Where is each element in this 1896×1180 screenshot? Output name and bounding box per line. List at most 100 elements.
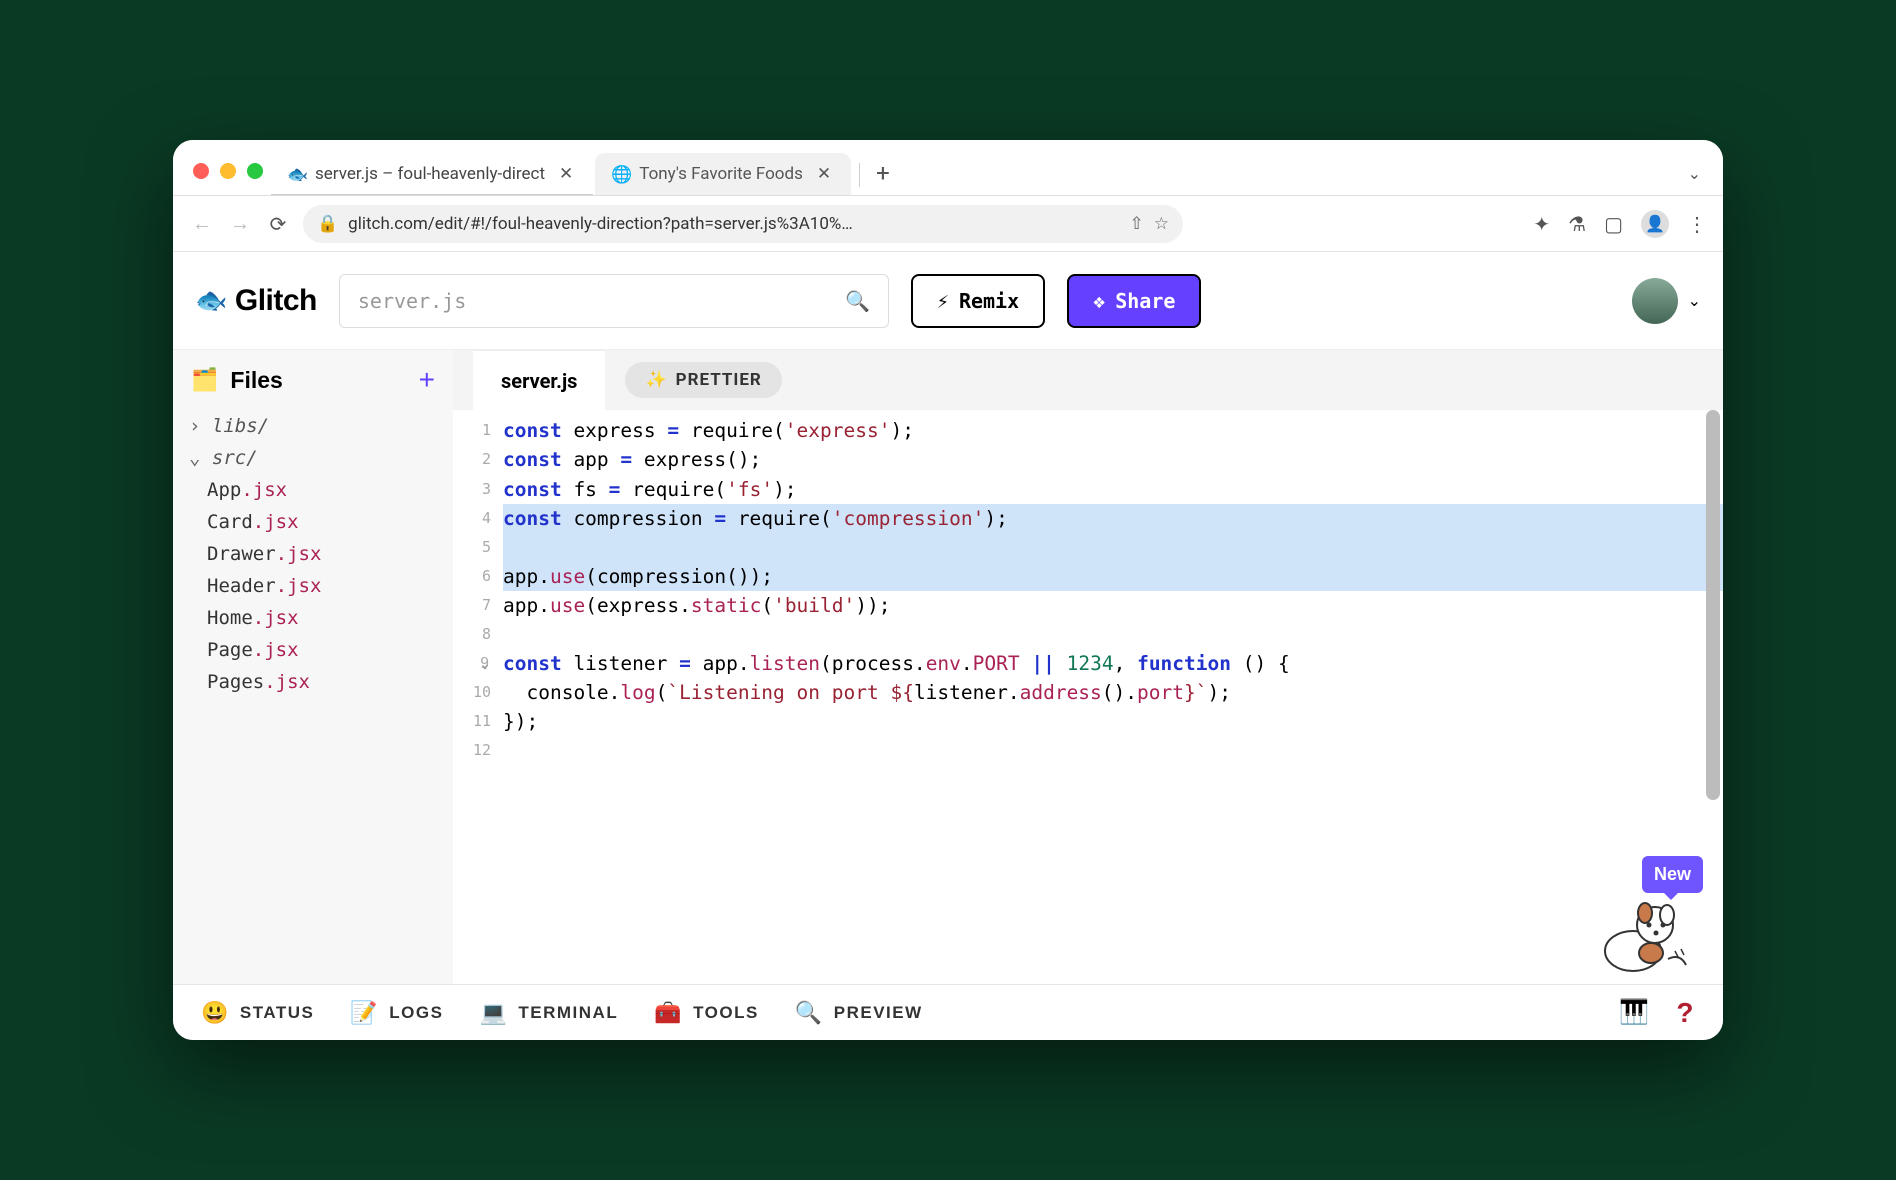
glitch-fish-icon: 🐟 xyxy=(195,285,227,316)
mascot-bubble: New xyxy=(1642,856,1703,893)
line-number: 10 xyxy=(453,678,503,707)
line-number: 2 xyxy=(453,445,503,474)
close-window-icon[interactable] xyxy=(193,163,209,179)
line-number: 9⌄ xyxy=(453,649,503,678)
minimize-window-icon[interactable] xyxy=(220,163,236,179)
labs-icon[interactable]: ⚗ xyxy=(1568,212,1586,236)
prettier-button[interactable]: ✨ PRETTIER xyxy=(625,362,781,398)
folder-row[interactable]: libs/ xyxy=(179,410,447,442)
code-line[interactable]: 11}); xyxy=(453,707,1723,736)
browser-titlebar: 🐟 server.js – foul-heavenly-direct ✕🌐 To… xyxy=(173,140,1723,196)
lightning-icon: ⚡ xyxy=(937,289,949,313)
line-number: 4 xyxy=(453,504,503,533)
file-row[interactable]: Card.jsx xyxy=(179,506,447,538)
forward-button[interactable]: → xyxy=(227,211,253,236)
panel-icon[interactable]: ▢ xyxy=(1604,212,1623,236)
url-text: glitch.com/edit/#!/foul-heavenly-directi… xyxy=(348,214,1119,234)
footer-preview[interactable]: 🔍PREVIEW xyxy=(795,1000,923,1026)
file-row[interactable]: Drawer.jsx xyxy=(179,538,447,570)
bookmark-icon[interactable]: ☆ xyxy=(1154,214,1169,234)
line-number: 5 xyxy=(453,533,503,562)
line-number: 11 xyxy=(453,707,503,736)
tab-title: Tony's Favorite Foods xyxy=(639,164,803,184)
footer-logs[interactable]: 📝LOGS xyxy=(350,1000,443,1026)
footer-tools[interactable]: 🧰TOOLS xyxy=(654,1000,759,1026)
code-area[interactable]: 1const express = require('express');2con… xyxy=(453,410,1723,984)
code-line[interactable]: 12 xyxy=(453,736,1723,765)
line-number: 12 xyxy=(453,736,503,765)
footer-status[interactable]: 😃STATUS xyxy=(201,1000,314,1026)
code-line[interactable]: 10 console.log(`Listening on port ${list… xyxy=(453,678,1723,707)
help-button[interactable]: ? xyxy=(1676,997,1695,1029)
file-row[interactable]: Page.jsx xyxy=(179,634,447,666)
line-number: 7 xyxy=(453,591,503,620)
code-line[interactable]: 6app.use(compression()); xyxy=(453,562,1723,591)
favicon-icon: 🐟 xyxy=(287,165,305,183)
preview-icon: 🔍 xyxy=(795,1000,824,1026)
code-line[interactable]: 1const express = require('express'); xyxy=(453,416,1723,445)
tools-icon: 🧰 xyxy=(654,1000,683,1026)
search-icon: 🔍 xyxy=(845,289,870,313)
back-button[interactable]: ← xyxy=(189,211,215,236)
remix-button[interactable]: ⚡ Remix xyxy=(911,274,1045,328)
dog-icon xyxy=(1593,891,1693,976)
app-header: 🐟 Glitch server.js 🔍 ⚡ Remix ❖ Share ⌄ xyxy=(173,252,1723,350)
file-row[interactable]: Pages.jsx xyxy=(179,666,447,698)
reload-button[interactable]: ⟳ xyxy=(265,212,291,236)
footer-terminal[interactable]: 💻TERMINAL xyxy=(479,1000,618,1026)
share-nodes-icon: ❖ xyxy=(1093,289,1105,313)
share-button[interactable]: ❖ Share xyxy=(1067,274,1201,328)
chevron-down-icon: ⌄ xyxy=(1688,291,1701,310)
window-controls xyxy=(185,163,271,195)
line-number: 1 xyxy=(453,416,503,445)
line-number: 6 xyxy=(453,562,503,591)
glitch-logo[interactable]: 🐟 Glitch xyxy=(195,284,317,318)
address-bar[interactable]: 🔒 glitch.com/edit/#!/foul-heavenly-direc… xyxy=(303,205,1183,243)
logs-icon: 📝 xyxy=(350,1000,379,1026)
new-file-button[interactable]: + xyxy=(419,364,435,396)
browser-tab[interactable]: 🌐 Tony's Favorite Foods ✕ xyxy=(595,153,851,195)
zoom-window-icon[interactable] xyxy=(247,163,263,179)
scrollbar[interactable] xyxy=(1706,410,1720,800)
file-row[interactable]: Header.jsx xyxy=(179,570,447,602)
share-label: Share xyxy=(1115,289,1175,313)
code-line[interactable]: 3const fs = require('fs'); xyxy=(453,475,1723,504)
tab-overflow-button[interactable]: ⌄ xyxy=(1688,164,1701,183)
piano-icon[interactable]: 🎹 xyxy=(1619,998,1650,1027)
code-line[interactable]: 7app.use(express.static('build')); xyxy=(453,591,1723,620)
app-footer: 😃STATUS 📝LOGS 💻TERMINAL 🧰TOOLS 🔍PREVIEW 🎹 ? xyxy=(173,984,1723,1040)
new-tab-button[interactable]: + xyxy=(866,159,900,195)
editor-tab-active[interactable]: server.js xyxy=(473,350,605,410)
remix-label: Remix xyxy=(959,289,1019,313)
glitch-brand-text: Glitch xyxy=(235,284,317,318)
file-sidebar: 🗂️ Files + libs/src/App.jsxCard.jsxDrawe… xyxy=(173,350,453,984)
share-icon[interactable]: ⇧ xyxy=(1130,214,1144,234)
file-row[interactable]: App.jsx xyxy=(179,474,447,506)
menu-icon[interactable]: ⋮ xyxy=(1687,212,1707,236)
favicon-icon: 🌐 xyxy=(611,165,629,183)
user-menu[interactable]: ⌄ xyxy=(1632,278,1701,324)
extensions-icon[interactable]: ✦ xyxy=(1533,212,1550,236)
code-line[interactable]: 4const compression = require('compressio… xyxy=(453,504,1723,533)
line-number: 8 xyxy=(453,620,503,649)
code-line[interactable]: 5 xyxy=(453,533,1723,562)
code-line[interactable]: 2const app = express(); xyxy=(453,445,1723,474)
files-heading: Files xyxy=(230,367,282,394)
lock-icon: 🔒 xyxy=(317,214,338,234)
code-line[interactable]: 9⌄const listener = app.listen(process.en… xyxy=(453,649,1723,678)
tab-title: server.js – foul-heavenly-direct xyxy=(315,164,545,184)
sparkle-icon: ✨ xyxy=(645,370,667,390)
files-icon: 🗂️ xyxy=(191,367,218,393)
search-input[interactable]: server.js 🔍 xyxy=(339,274,889,328)
file-row[interactable]: Home.jsx xyxy=(179,602,447,634)
browser-tab[interactable]: 🐟 server.js – foul-heavenly-direct ✕ xyxy=(271,153,593,195)
close-tab-icon[interactable]: ✕ xyxy=(555,164,577,184)
close-tab-icon[interactable]: ✕ xyxy=(813,164,835,184)
folder-row[interactable]: src/ xyxy=(179,442,447,474)
tab-divider xyxy=(859,163,860,187)
code-line[interactable]: 8 xyxy=(453,620,1723,649)
profile-avatar[interactable]: 👤 xyxy=(1641,210,1669,238)
user-avatar xyxy=(1632,278,1678,324)
terminal-icon: 💻 xyxy=(479,1000,508,1026)
glitch-mascot[interactable]: New xyxy=(1593,856,1703,976)
